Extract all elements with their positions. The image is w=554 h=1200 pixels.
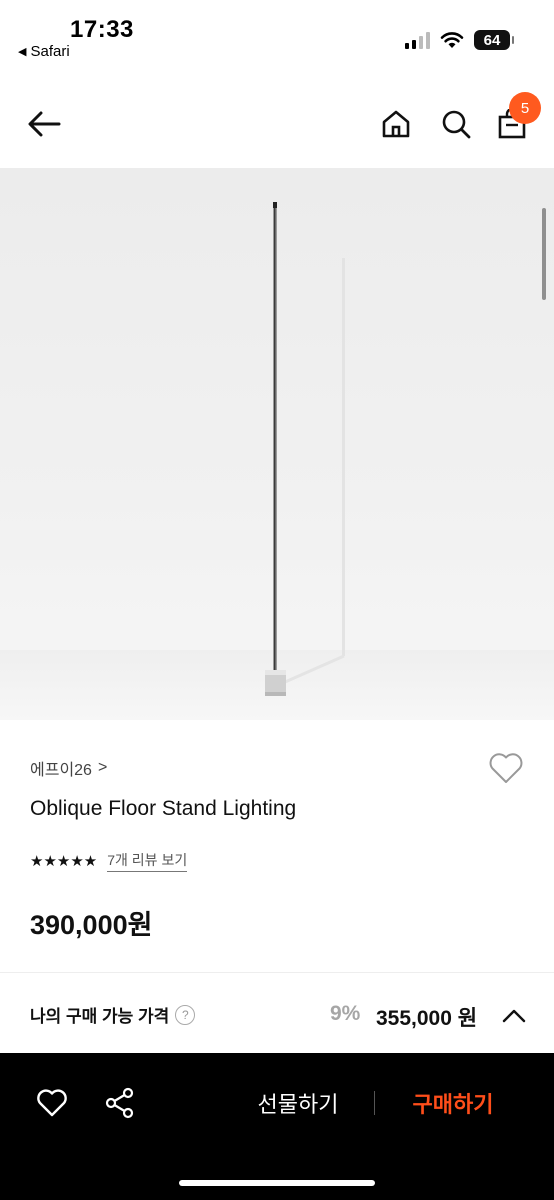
- chevron-right-icon: >: [97, 759, 108, 776]
- share-icon: [105, 1087, 134, 1119]
- my-price-label: 나의 구매 가능 가격 ?: [30, 1002, 196, 1027]
- battery-icon: 64: [474, 30, 514, 50]
- expand-button[interactable]: [498, 1000, 530, 1032]
- search-icon: [442, 110, 471, 139]
- cellular-signal-icon: [405, 31, 430, 49]
- app-header: [0, 80, 554, 168]
- lamp-illustration: [265, 202, 345, 696]
- search-button[interactable]: [436, 104, 476, 144]
- star-rating: ★★★★★: [30, 853, 98, 870]
- image-scroll-indicator: [542, 208, 546, 300]
- heart-outline-icon: [489, 753, 523, 783]
- brand-link[interactable]: 에프이26 >: [30, 756, 107, 780]
- back-triangle-icon: ◀: [18, 46, 27, 58]
- my-discounted-price: 355,000 원: [376, 1007, 478, 1030]
- divider: [0, 972, 554, 973]
- bottom-wishlist-button[interactable]: [32, 1083, 72, 1123]
- review-link[interactable]: 7개 리뷰 보기: [107, 850, 188, 872]
- status-bar: 17:33 ◀ Safari 64: [0, 0, 554, 70]
- status-time: 17:33: [70, 16, 134, 43]
- bottom-action-bar: 선물하기 구매하기: [0, 1053, 554, 1200]
- back-to-safari[interactable]: ◀ Safari: [18, 43, 70, 60]
- button-divider: [374, 1091, 375, 1115]
- home-icon: [382, 110, 410, 138]
- share-button[interactable]: [100, 1083, 140, 1123]
- home-indicator: [179, 1180, 375, 1186]
- product-title: Oblique Floor Stand Lighting: [30, 797, 297, 820]
- battery-level: 64: [483, 31, 501, 49]
- gift-button[interactable]: 선물하기: [246, 1085, 350, 1121]
- help-icon[interactable]: ?: [175, 1004, 196, 1025]
- back-app-label: Safari: [30, 43, 70, 60]
- buy-button[interactable]: 구매하기: [400, 1085, 506, 1121]
- discount-rate: 9%: [330, 1002, 361, 1025]
- cart-count-badge: 5: [509, 92, 541, 124]
- my-price-label-text: 나의 구매 가능 가격: [30, 1007, 170, 1026]
- wifi-icon: [440, 32, 464, 48]
- product-price: 390,000원: [30, 910, 153, 940]
- my-price-row[interactable]: 나의 구매 가능 가격 ? 9% 355,000 원: [0, 974, 554, 1054]
- rating-row: ★★★★★ 7개 리뷰 보기: [30, 850, 188, 872]
- wishlist-button[interactable]: [486, 748, 526, 788]
- home-button[interactable]: [376, 104, 416, 144]
- status-indicators: 64: [405, 30, 514, 50]
- brand-name: 에프이26: [30, 762, 92, 779]
- chevron-up-icon: [502, 1009, 526, 1023]
- product-image[interactable]: [0, 168, 554, 720]
- back-arrow-icon: [28, 111, 61, 137]
- heart-outline-icon: [37, 1089, 67, 1117]
- back-button[interactable]: [22, 102, 66, 146]
